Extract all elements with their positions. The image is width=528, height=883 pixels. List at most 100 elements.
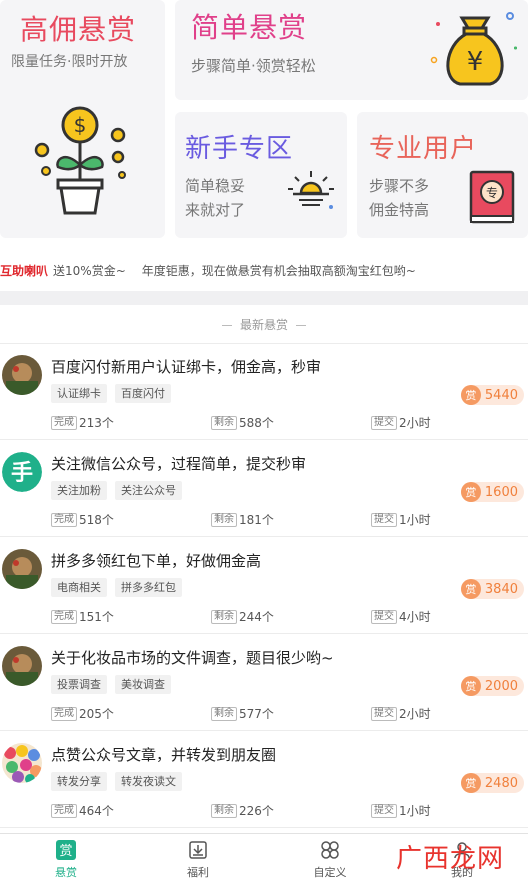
task-tag: 百度闪付 bbox=[115, 384, 171, 403]
tab-custom[interactable]: 自定义 bbox=[264, 834, 396, 883]
avatar bbox=[2, 549, 42, 589]
stat-done: 完成 464个 bbox=[51, 802, 114, 819]
reward-badge: 赏 5440 bbox=[460, 385, 524, 405]
stat-submit: 提交 1小时 bbox=[371, 511, 431, 528]
task-tags: 投票调查 美妆调查 bbox=[51, 675, 171, 694]
reward-value: 1600 bbox=[484, 484, 518, 500]
task-tags: 关注加粉 关注公众号 bbox=[51, 481, 182, 500]
task-tag: 转发分享 bbox=[51, 772, 107, 791]
tab-label: 悬赏 bbox=[55, 866, 77, 879]
task-title: 拼多多领红包下单，好做佣金高 bbox=[51, 552, 262, 570]
reward-value: 3840 bbox=[484, 581, 518, 597]
svg-text:手: 手 bbox=[11, 461, 33, 486]
task-tag: 关注公众号 bbox=[115, 481, 182, 500]
reward-value: 2000 bbox=[484, 678, 518, 694]
task-tag: 转发夜读文 bbox=[115, 772, 182, 791]
task-stats: 完成 205个 剩余 577个 提交 2小时 bbox=[51, 705, 521, 721]
stat-done: 完成 213个 bbox=[51, 414, 114, 431]
ticker-label: 互助喇叭 bbox=[0, 263, 49, 278]
pro-line2: 佣金特高 bbox=[369, 201, 430, 219]
tab-label: 福利 bbox=[187, 866, 209, 879]
reward-icon: 赏 bbox=[460, 482, 481, 502]
task-tags: 认证绑卡 百度闪付 bbox=[51, 384, 171, 403]
section-title: 最新悬赏 bbox=[0, 316, 528, 333]
gift-download-icon bbox=[189, 841, 207, 859]
svg-text:专: 专 bbox=[486, 185, 498, 200]
simple-reward-card[interactable]: 简单悬赏 步骤简单·领赏轻松 ¥ bbox=[175, 0, 528, 100]
task-tag: 认证绑卡 bbox=[51, 384, 107, 403]
stat-submit: 提交 1小时 bbox=[371, 802, 431, 819]
section-title-text: 最新悬赏 bbox=[239, 318, 288, 332]
task-row[interactable]: 手 关注微信公众号，过程简单，提交秒审 关注加粉 关注公众号 赏 1600 完成… bbox=[0, 441, 528, 537]
task-row[interactable]: 点赞公众号文章，并转发到朋友圈 转发分享 转发夜读文 赏 2480 完成 464个… bbox=[0, 732, 528, 828]
newbie-zone-card[interactable]: 新手专区 简单稳妥 来就对了 bbox=[175, 112, 347, 238]
promo-grid: 高佣悬赏 限量任务·限时开放 $ 简单悬赏 步骤简单·领赏轻松 ¥ 新手专区 简… bbox=[0, 0, 528, 245]
stat-left: 剩余 588个 bbox=[211, 414, 274, 431]
reward-icon: 赏 bbox=[460, 385, 481, 405]
high-reward-card[interactable]: 高佣悬赏 限量任务·限时开放 $ bbox=[0, 0, 165, 238]
task-row[interactable]: 百度闪付新用户认证绑卡，佣金高，秒审 认证绑卡 百度闪付 赏 5440 完成 21… bbox=[0, 344, 528, 440]
newbie-line1: 简单稳妥 bbox=[185, 177, 246, 195]
reward-value: 2480 bbox=[484, 775, 518, 791]
stat-done: 完成 151个 bbox=[51, 608, 114, 625]
svg-text:$: $ bbox=[74, 113, 87, 137]
stat-left: 剩余 181个 bbox=[211, 511, 274, 528]
book-icon: 专 bbox=[469, 170, 515, 224]
stat-submit: 提交 2小时 bbox=[371, 414, 431, 431]
tab-reward[interactable]: 赏 悬赏 bbox=[0, 834, 132, 883]
reward-icon: 赏 bbox=[460, 676, 481, 696]
avatar bbox=[2, 646, 42, 686]
reward-tab-icon: 赏 bbox=[56, 840, 76, 860]
high-reward-title: 高佣悬赏 bbox=[20, 13, 137, 46]
pro-user-card[interactable]: 专业用户 步骤不多 佣金特高 专 bbox=[357, 112, 528, 238]
task-stats: 完成 518个 剩余 181个 提交 1小时 bbox=[51, 511, 521, 527]
task-title: 关注微信公众号，过程简单，提交秒审 bbox=[51, 455, 307, 473]
stat-submit: 提交 2小时 bbox=[371, 705, 431, 722]
stat-left: 剩余 226个 bbox=[211, 802, 274, 819]
money-plant-icon: $ bbox=[34, 106, 126, 215]
newbie-zone-title: 新手专区 bbox=[185, 134, 294, 164]
task-stats: 完成 151个 剩余 244个 提交 4小时 bbox=[51, 608, 521, 624]
task-tag: 美妆调查 bbox=[115, 675, 171, 694]
reward-badge: 赏 3840 bbox=[460, 579, 524, 599]
tab-label: 自定义 bbox=[313, 866, 347, 879]
avatar bbox=[2, 355, 42, 395]
newbie-zone-subtitle: 简单稳妥 来就对了 bbox=[185, 174, 245, 222]
stat-done: 完成 518个 bbox=[51, 511, 114, 528]
watermark: 广西龙网 bbox=[396, 844, 505, 874]
reward-icon: 赏 bbox=[460, 579, 481, 599]
ticker-item: 年度钜惠，现在做悬赏有机会抽取高额淘宝红包哟~ bbox=[141, 263, 416, 278]
stat-left: 剩余 577个 bbox=[211, 705, 274, 722]
pro-line1: 步骤不多 bbox=[369, 177, 430, 195]
pro-user-title: 专业用户 bbox=[369, 134, 478, 164]
svg-text:赏: 赏 bbox=[59, 844, 72, 859]
newbie-line2: 来就对了 bbox=[185, 201, 246, 219]
task-row[interactable]: 关于化妆品市场的文件调查，题目很少哟~ 投票调查 美妆调查 赏 2000 完成 2… bbox=[0, 635, 528, 731]
task-title: 关于化妆品市场的文件调查，题目很少哟~ bbox=[51, 649, 334, 667]
svg-text:¥: ¥ bbox=[467, 47, 484, 77]
task-row[interactable]: 拼多多领红包下单，好做佣金高 电商相关 拼多多红包 赏 3840 完成 151个 … bbox=[0, 538, 528, 634]
stat-submit: 提交 4小时 bbox=[371, 608, 431, 625]
task-title: 点赞公众号文章，并转发到朋友圈 bbox=[51, 746, 277, 764]
avatar: 手 bbox=[2, 452, 42, 492]
light-bulb-icon bbox=[288, 171, 334, 209]
stat-left: 剩余 244个 bbox=[211, 608, 274, 625]
task-stats: 完成 213个 剩余 588个 提交 2小时 bbox=[51, 414, 521, 430]
reward-badge: 赏 2480 bbox=[460, 773, 524, 793]
task-tags: 转发分享 转发夜读文 bbox=[51, 772, 182, 791]
task-tag: 电商相关 bbox=[51, 578, 107, 597]
task-tags: 电商相关 拼多多红包 bbox=[51, 578, 182, 597]
simple-reward-subtitle: 步骤简单·领赏轻松 bbox=[191, 57, 316, 75]
ticker[interactable]: 互助喇叭 送10%赏金~ 年度钜惠，现在做悬赏有机会抽取高额淘宝红包哟~ bbox=[0, 255, 528, 285]
high-reward-subtitle: 限量任务·限时开放 bbox=[11, 54, 128, 70]
task-tag: 拼多多红包 bbox=[115, 578, 182, 597]
reward-icon: 赏 bbox=[460, 773, 481, 793]
tab-welfare[interactable]: 福利 bbox=[132, 834, 264, 883]
simple-reward-title: 简单悬赏 bbox=[191, 11, 308, 44]
task-tag: 关注加粉 bbox=[51, 481, 107, 500]
reward-badge: 赏 1600 bbox=[460, 482, 524, 502]
money-bag-icon: ¥ bbox=[430, 12, 517, 86]
task-title: 百度闪付新用户认证绑卡，佣金高，秒审 bbox=[51, 358, 322, 376]
task-tag: 投票调查 bbox=[51, 675, 107, 694]
task-stats: 完成 464个 剩余 226个 提交 1小时 bbox=[51, 802, 521, 818]
